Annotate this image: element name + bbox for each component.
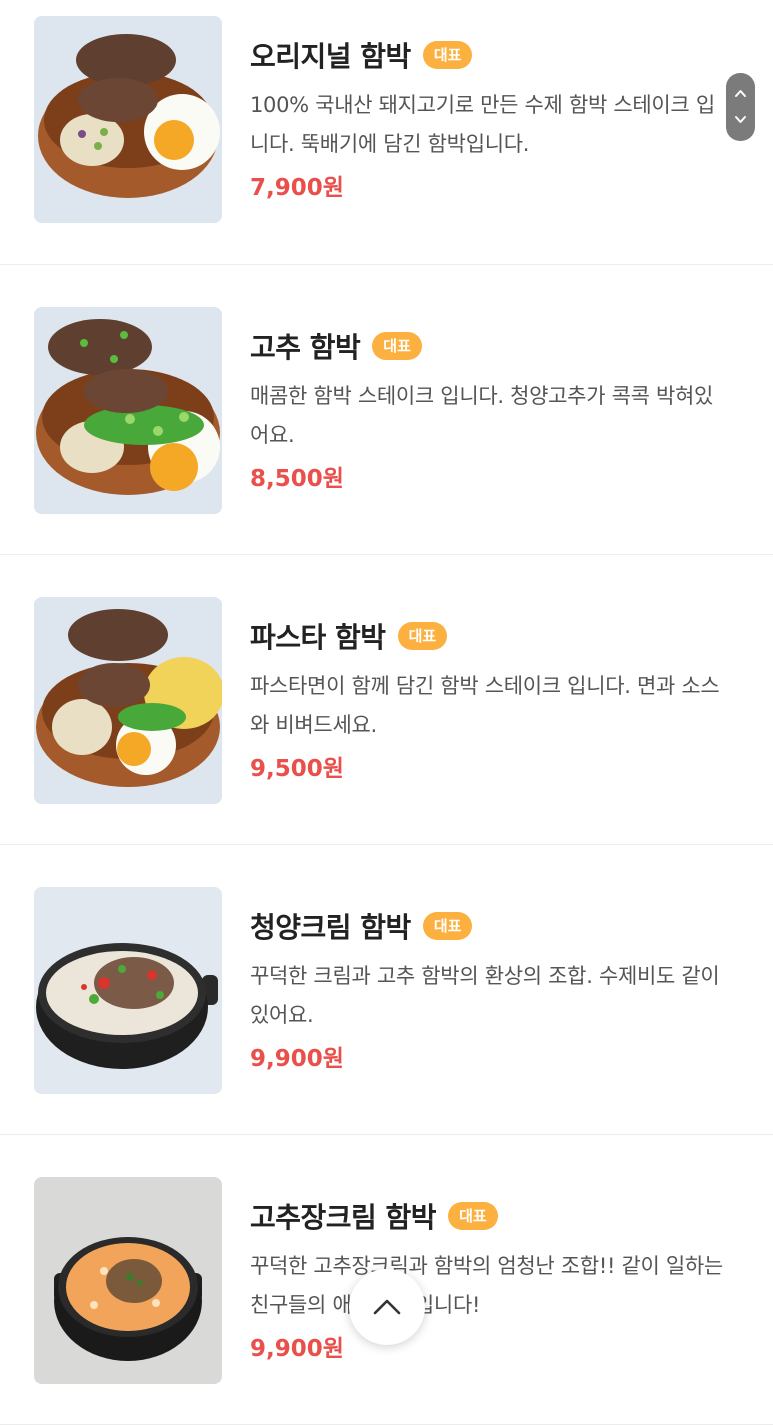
menu-item-info: 청양크림 함박 대표 꾸덕한 크림과 고추 함박의 환상의 조합. 수제비도 같… xyxy=(250,905,730,1073)
chevron-up-icon[interactable] xyxy=(734,87,747,100)
menu-item-price: 9,900원 xyxy=(250,1336,344,1362)
menu-list: 오리지널 함박 대표 100% 국내산 돼지고기로 만든 수제 함박 스테이크 … xyxy=(0,0,773,1425)
menu-item-description: 꾸덕한 고추장크림과 함박의 엄청난 조합!! 같이 일하는 친구들의 애정메뉴… xyxy=(250,1254,723,1317)
menu-item[interactable]: 청양크림 함박 대표 꾸덕한 크림과 고추 함박의 환상의 조합. 수제비도 같… xyxy=(0,845,773,1135)
menu-item-name: 파스타 함박 xyxy=(250,621,386,654)
menu-item-price: 9,900원 xyxy=(250,1046,344,1072)
menu-item-description: 매콤한 함박 스테이크 입니다. 청양고추가 콕콕 박혀있어요. xyxy=(250,384,714,447)
menu-item-description: 꾸덕한 크림과 고추 함박의 환상의 조합. 수제비도 같이 있어요. xyxy=(250,964,720,1027)
menu-item-info: 고추 함박 대표 매콤한 함박 스테이크 입니다. 청양고추가 콕콕 박혀있어요… xyxy=(250,325,730,493)
signature-badge: 대표 xyxy=(422,912,473,940)
menu-item-photo xyxy=(34,1177,222,1384)
scroll-to-top-button[interactable] xyxy=(349,1269,425,1345)
signature-badge: 대표 xyxy=(422,41,473,69)
menu-item-photo xyxy=(34,307,222,514)
signature-badge: 대표 xyxy=(372,332,422,360)
menu-item-photo xyxy=(34,16,222,223)
menu-item-price: 9,500원 xyxy=(250,756,344,782)
menu-item-description: 파스타면이 함께 담긴 함박 스테이크 입니다. 면과 소스와 비벼드세요. xyxy=(250,674,720,737)
menu-item-photo xyxy=(34,887,222,1094)
scroll-control[interactable] xyxy=(726,73,755,141)
menu-item-name: 고추 함박 xyxy=(250,331,361,364)
chevron-down-icon[interactable] xyxy=(734,113,747,126)
menu-item-name: 청양크림 함박 xyxy=(250,911,411,944)
menu-item-name: 오리지널 함박 xyxy=(250,40,411,73)
menu-item[interactable]: 파스타 함박 대표 파스타면이 함께 담긴 함박 스테이크 입니다. 면과 소스… xyxy=(0,555,773,845)
menu-item-info: 고추장크림 함박 대표 꾸덕한 고추장크림과 함박의 엄청난 조합!! 같이 일… xyxy=(250,1195,730,1363)
menu-item-info: 오리지널 함박 대표 100% 국내산 돼지고기로 만든 수제 함박 스테이크 … xyxy=(250,34,730,202)
menu-item-name: 고추장크림 함박 xyxy=(250,1201,437,1234)
menu-item[interactable]: 오리지널 함박 대표 100% 국내산 돼지고기로 만든 수제 함박 스테이크 … xyxy=(0,0,773,265)
menu-item[interactable]: 고추 함박 대표 매콤한 함박 스테이크 입니다. 청양고추가 콕콕 박혀있어요… xyxy=(0,265,773,555)
chevron-up-icon xyxy=(373,1299,401,1315)
menu-item-price: 7,900원 xyxy=(250,175,344,201)
menu-item-price: 8,500원 xyxy=(250,466,344,492)
menu-item-description: 100% 국내산 돼지고기로 만든 수제 함박 스테이크 입니다. 뚝배기에 담… xyxy=(250,93,715,156)
menu-item-photo xyxy=(34,597,222,804)
menu-item-info: 파스타 함박 대표 파스타면이 함께 담긴 함박 스테이크 입니다. 면과 소스… xyxy=(250,615,730,783)
signature-badge: 대표 xyxy=(448,1202,498,1230)
signature-badge: 대표 xyxy=(397,622,448,650)
